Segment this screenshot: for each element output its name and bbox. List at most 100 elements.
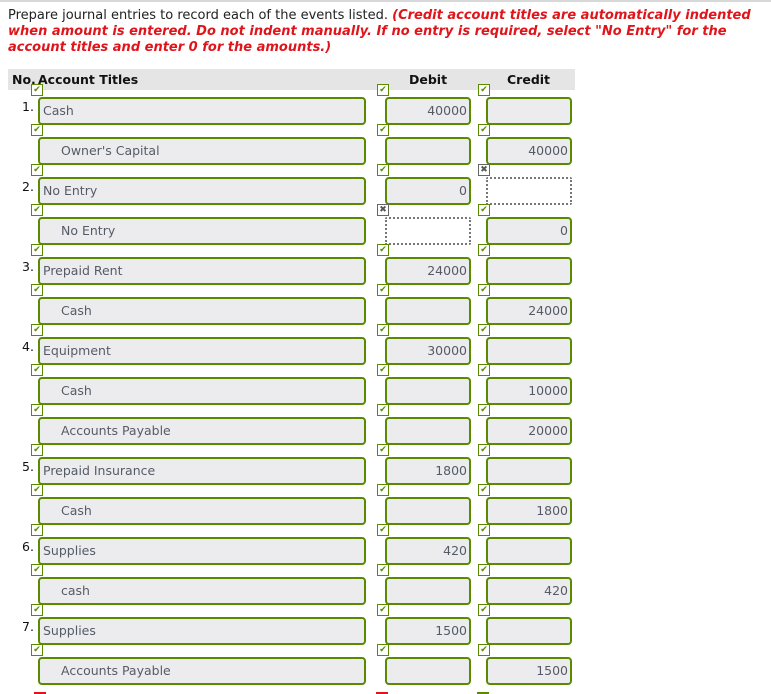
check-mark-icon: ✔ xyxy=(478,644,490,656)
check-mark-icon: ✔ xyxy=(31,604,43,616)
credit-input[interactable]: 1800 xyxy=(486,497,572,525)
account-title-select[interactable]: Accounts Payable xyxy=(38,657,366,685)
x-mark-icon: ✖ xyxy=(377,204,389,216)
debit-input[interactable] xyxy=(385,137,471,165)
check-mark-icon: ✔ xyxy=(377,444,389,456)
account-title-select[interactable]: Cash xyxy=(38,97,366,125)
check-mark-icon: ✔ xyxy=(31,164,43,176)
credit-input[interactable]: 24000 xyxy=(486,297,572,325)
debit-input[interactable] xyxy=(385,657,471,685)
credit-input[interactable]: 20000 xyxy=(486,417,572,445)
account-title-select[interactable]: cash xyxy=(38,577,366,605)
check-mark-icon: ✔ xyxy=(478,484,490,496)
check-mark-icon: ✔ xyxy=(31,84,43,96)
check-mark-icon: ✔ xyxy=(31,364,43,376)
debit-input[interactable]: 420 xyxy=(385,537,471,565)
debit-input[interactable] xyxy=(385,377,471,405)
debit-input[interactable] xyxy=(385,217,471,245)
header-account-titles: Account Titles xyxy=(38,72,139,87)
check-mark-icon: ✔ xyxy=(478,244,490,256)
check-mark-icon: ✔ xyxy=(31,524,43,536)
check-mark-icon: ✔ xyxy=(478,564,490,576)
instructions-text: Prepare journal entries to record each o… xyxy=(8,8,389,23)
debit-input[interactable]: 0 xyxy=(385,177,471,205)
account-title-select[interactable]: Cash xyxy=(38,377,366,405)
credit-input[interactable] xyxy=(486,537,572,565)
check-mark-icon: ✔ xyxy=(377,644,389,656)
check-mark-icon: ✔ xyxy=(478,364,490,376)
check-mark-icon: ✔ xyxy=(31,284,43,296)
credit-input[interactable] xyxy=(486,177,572,205)
journal-row: Accounts Payable ✔ ✔ 1500 ✔ xyxy=(0,644,771,692)
check-mark-icon: ✔ xyxy=(31,444,43,456)
account-title-select[interactable]: Supplies xyxy=(38,617,366,645)
account-title-select[interactable]: Owner's Capital xyxy=(38,137,366,165)
check-mark-icon: ✔ xyxy=(478,404,490,416)
credit-input[interactable] xyxy=(486,337,572,365)
debit-input[interactable] xyxy=(385,577,471,605)
credit-input[interactable]: 0 xyxy=(486,217,572,245)
header-debit: Debit xyxy=(409,72,448,87)
check-mark-icon: ✔ xyxy=(478,124,490,136)
debit-input[interactable] xyxy=(385,497,471,525)
check-mark-icon: ✔ xyxy=(377,124,389,136)
top-divider xyxy=(0,0,771,2)
check-mark-icon: ✔ xyxy=(377,84,389,96)
debit-input[interactable] xyxy=(385,417,471,445)
debit-input[interactable]: 1800 xyxy=(385,457,471,485)
check-mark-icon: ✔ xyxy=(377,164,389,176)
entry-number: 7. xyxy=(22,619,34,634)
credit-input[interactable] xyxy=(486,617,572,645)
debit-input[interactable]: 30000 xyxy=(385,337,471,365)
x-mark-icon: ✖ xyxy=(478,164,490,176)
check-mark-icon: ✔ xyxy=(478,84,490,96)
debit-input[interactable]: 1500 xyxy=(385,617,471,645)
entry-number: 2. xyxy=(22,179,34,194)
check-mark-icon: ✔ xyxy=(478,444,490,456)
credit-input[interactable]: 1500 xyxy=(486,657,572,685)
instructions: Prepare journal entries to record each o… xyxy=(8,8,763,56)
account-title-select[interactable]: Equipment xyxy=(38,337,366,365)
account-title-select[interactable]: Supplies xyxy=(38,537,366,565)
account-title-select[interactable]: Cash xyxy=(38,297,366,325)
check-mark-icon: ✔ xyxy=(478,204,490,216)
check-mark-icon: ✔ xyxy=(31,484,43,496)
account-title-select[interactable]: Prepaid Rent xyxy=(38,257,366,285)
check-mark-icon: ✔ xyxy=(377,324,389,336)
check-mark-icon: ✔ xyxy=(377,364,389,376)
check-mark-icon: ✔ xyxy=(31,324,43,336)
check-mark-icon: ✔ xyxy=(31,404,43,416)
account-title-select[interactable]: No Entry xyxy=(38,177,366,205)
credit-input[interactable] xyxy=(486,97,572,125)
credit-input[interactable]: 10000 xyxy=(486,377,572,405)
account-title-select[interactable]: Accounts Payable xyxy=(38,417,366,445)
check-mark-icon: ✔ xyxy=(31,644,43,656)
check-mark-icon: ✔ xyxy=(377,564,389,576)
header-credit: Credit xyxy=(507,72,551,87)
credit-input[interactable]: 40000 xyxy=(486,137,572,165)
debit-input[interactable]: 24000 xyxy=(385,257,471,285)
check-mark-icon: ✔ xyxy=(31,564,43,576)
check-mark-icon: ✔ xyxy=(377,404,389,416)
debit-input[interactable] xyxy=(385,297,471,325)
entry-number: 5. xyxy=(22,459,34,474)
account-title-select[interactable]: No Entry xyxy=(38,217,366,245)
entry-number: 3. xyxy=(22,259,34,274)
credit-input[interactable]: 420 xyxy=(486,577,572,605)
account-title-select[interactable]: Cash xyxy=(38,497,366,525)
check-mark-icon: ✔ xyxy=(478,604,490,616)
check-mark-icon: ✔ xyxy=(31,204,43,216)
check-mark-icon: ✔ xyxy=(31,244,43,256)
entry-number: 1. xyxy=(22,99,34,114)
debit-input[interactable]: 40000 xyxy=(385,97,471,125)
account-title-select[interactable]: Prepaid Insurance xyxy=(38,457,366,485)
check-mark-icon: ✔ xyxy=(377,244,389,256)
entry-number: 6. xyxy=(22,539,34,554)
check-mark-icon: ✔ xyxy=(377,524,389,536)
check-mark-icon: ✔ xyxy=(377,604,389,616)
check-mark-icon: ✔ xyxy=(478,324,490,336)
credit-input[interactable] xyxy=(486,257,572,285)
credit-input[interactable] xyxy=(486,457,572,485)
entry-number: 4. xyxy=(22,339,34,354)
check-mark-icon: ✔ xyxy=(478,524,490,536)
